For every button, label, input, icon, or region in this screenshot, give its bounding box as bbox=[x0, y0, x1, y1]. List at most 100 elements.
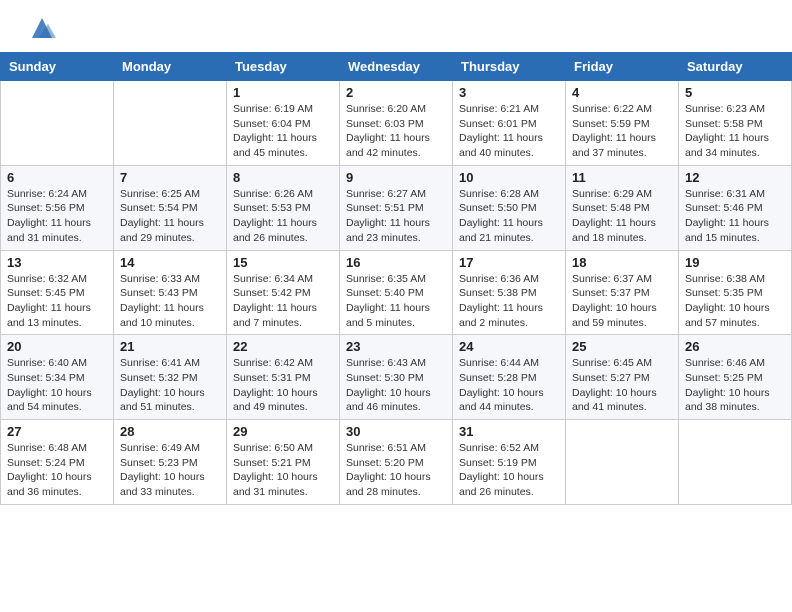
calendar-cell: 2 Sunrise: 6:20 AMSunset: 6:03 PMDaylight… bbox=[340, 81, 453, 166]
calendar-cell bbox=[1, 81, 114, 166]
day-info: Sunrise: 6:24 AMSunset: 5:56 PMDaylight:… bbox=[7, 187, 107, 246]
day-number: 20 bbox=[7, 339, 107, 354]
day-number: 15 bbox=[233, 255, 333, 270]
day-number: 31 bbox=[459, 424, 559, 439]
day-number: 25 bbox=[572, 339, 672, 354]
col-header-saturday: Saturday bbox=[679, 53, 792, 81]
day-number: 22 bbox=[233, 339, 333, 354]
calendar-cell: 14Sunrise: 6:33 AMSunset: 5:43 PMDayligh… bbox=[114, 250, 227, 335]
day-number: 30 bbox=[346, 424, 446, 439]
calendar-cell: 17 Sunrise: 6:36 AMSunset: 5:38 PMDayligh… bbox=[453, 250, 566, 335]
logo bbox=[24, 18, 56, 42]
calendar-cell: 29Sunrise: 6:50 AMSunset: 5:21 PMDayligh… bbox=[227, 420, 340, 505]
calendar-cell bbox=[566, 420, 679, 505]
day-info: Sunrise: 6:40 AMSunset: 5:34 PMDaylight:… bbox=[7, 356, 107, 415]
col-header-tuesday: Tuesday bbox=[227, 53, 340, 81]
day-number: 12 bbox=[685, 170, 785, 185]
calendar-cell: 20 Sunrise: 6:40 AMSunset: 5:34 PMDayligh… bbox=[1, 335, 114, 420]
day-info: Sunrise: 6:20 AMSunset: 6:03 PMDaylight:… bbox=[346, 102, 446, 161]
calendar-cell: 31 Sunrise: 6:52 AMSunset: 5:19 PMDayligh… bbox=[453, 420, 566, 505]
day-number: 3 bbox=[459, 85, 559, 100]
header bbox=[0, 0, 792, 52]
calendar-cell: 1 Sunrise: 6:19 AMSunset: 6:04 PMDaylight… bbox=[227, 81, 340, 166]
week-row-1: 1 Sunrise: 6:19 AMSunset: 6:04 PMDaylight… bbox=[1, 81, 792, 166]
day-number: 4 bbox=[572, 85, 672, 100]
day-info: Sunrise: 6:26 AMSunset: 5:53 PMDaylight:… bbox=[233, 187, 333, 246]
day-number: 6 bbox=[7, 170, 107, 185]
day-info: Sunrise: 6:49 AMSunset: 5:23 PMDaylight:… bbox=[120, 441, 220, 500]
day-info: Sunrise: 6:21 AMSunset: 6:01 PMDaylight:… bbox=[459, 102, 559, 161]
day-info: Sunrise: 6:34 AMSunset: 5:42 PMDaylight:… bbox=[233, 272, 333, 331]
day-number: 23 bbox=[346, 339, 446, 354]
calendar-cell bbox=[679, 420, 792, 505]
day-info: Sunrise: 6:46 AMSunset: 5:25 PMDaylight:… bbox=[685, 356, 785, 415]
day-info: Sunrise: 6:41 AMSunset: 5:32 PMDaylight:… bbox=[120, 356, 220, 415]
day-info: Sunrise: 6:48 AMSunset: 5:24 PMDaylight:… bbox=[7, 441, 107, 500]
week-row-5: 27Sunrise: 6:48 AMSunset: 5:24 PMDayligh… bbox=[1, 420, 792, 505]
col-header-monday: Monday bbox=[114, 53, 227, 81]
calendar-cell: 11 Sunrise: 6:29 AMSunset: 5:48 PMDayligh… bbox=[566, 165, 679, 250]
calendar-cell: 4 Sunrise: 6:22 AMSunset: 5:59 PMDaylight… bbox=[566, 81, 679, 166]
calendar-cell: 10 Sunrise: 6:28 AMSunset: 5:50 PMDayligh… bbox=[453, 165, 566, 250]
day-number: 1 bbox=[233, 85, 333, 100]
col-header-sunday: Sunday bbox=[1, 53, 114, 81]
calendar-cell: 22 Sunrise: 6:42 AMSunset: 5:31 PMDayligh… bbox=[227, 335, 340, 420]
day-number: 13 bbox=[7, 255, 107, 270]
calendar-cell: 12 Sunrise: 6:31 AMSunset: 5:46 PMDayligh… bbox=[679, 165, 792, 250]
calendar-cell: 26Sunrise: 6:46 AMSunset: 5:25 PMDayligh… bbox=[679, 335, 792, 420]
calendar-cell: 28 Sunrise: 6:49 AMSunset: 5:23 PMDayligh… bbox=[114, 420, 227, 505]
day-info: Sunrise: 6:31 AMSunset: 5:46 PMDaylight:… bbox=[685, 187, 785, 246]
calendar-cell: 3 Sunrise: 6:21 AMSunset: 6:01 PMDaylight… bbox=[453, 81, 566, 166]
calendar-cell: 19 Sunrise: 6:38 AMSunset: 5:35 PMDayligh… bbox=[679, 250, 792, 335]
day-info: Sunrise: 6:37 AMSunset: 5:37 PMDaylight:… bbox=[572, 272, 672, 331]
day-info: Sunrise: 6:52 AMSunset: 5:19 PMDaylight:… bbox=[459, 441, 559, 500]
day-number: 19 bbox=[685, 255, 785, 270]
calendar-cell: 15 Sunrise: 6:34 AMSunset: 5:42 PMDayligh… bbox=[227, 250, 340, 335]
calendar-cell: 7 Sunrise: 6:25 AMSunset: 5:54 PMDaylight… bbox=[114, 165, 227, 250]
calendar-cell: 6 Sunrise: 6:24 AMSunset: 5:56 PMDaylight… bbox=[1, 165, 114, 250]
day-number: 2 bbox=[346, 85, 446, 100]
day-info: Sunrise: 6:19 AMSunset: 6:04 PMDaylight:… bbox=[233, 102, 333, 161]
day-info: Sunrise: 6:29 AMSunset: 5:48 PMDaylight:… bbox=[572, 187, 672, 246]
week-row-4: 20 Sunrise: 6:40 AMSunset: 5:34 PMDayligh… bbox=[1, 335, 792, 420]
day-number: 7 bbox=[120, 170, 220, 185]
calendar-cell: 21 Sunrise: 6:41 AMSunset: 5:32 PMDayligh… bbox=[114, 335, 227, 420]
day-number: 11 bbox=[572, 170, 672, 185]
calendar-cell: 5Sunrise: 6:23 AMSunset: 5:58 PMDaylight… bbox=[679, 81, 792, 166]
col-header-thursday: Thursday bbox=[453, 53, 566, 81]
day-number: 10 bbox=[459, 170, 559, 185]
day-number: 8 bbox=[233, 170, 333, 185]
week-row-3: 13 Sunrise: 6:32 AMSunset: 5:45 PMDayligh… bbox=[1, 250, 792, 335]
day-info: Sunrise: 6:42 AMSunset: 5:31 PMDaylight:… bbox=[233, 356, 333, 415]
day-info: Sunrise: 6:35 AMSunset: 5:40 PMDaylight:… bbox=[346, 272, 446, 331]
day-info: Sunrise: 6:28 AMSunset: 5:50 PMDaylight:… bbox=[459, 187, 559, 246]
calendar-cell: 13 Sunrise: 6:32 AMSunset: 5:45 PMDayligh… bbox=[1, 250, 114, 335]
day-number: 17 bbox=[459, 255, 559, 270]
calendar-cell: 16 Sunrise: 6:35 AMSunset: 5:40 PMDayligh… bbox=[340, 250, 453, 335]
calendar-cell: 18Sunrise: 6:37 AMSunset: 5:37 PMDayligh… bbox=[566, 250, 679, 335]
day-number: 24 bbox=[459, 339, 559, 354]
day-number: 29 bbox=[233, 424, 333, 439]
day-number: 14 bbox=[120, 255, 220, 270]
col-header-friday: Friday bbox=[566, 53, 679, 81]
day-info: Sunrise: 6:43 AMSunset: 5:30 PMDaylight:… bbox=[346, 356, 446, 415]
calendar-cell: 23 Sunrise: 6:43 AMSunset: 5:30 PMDayligh… bbox=[340, 335, 453, 420]
day-number: 21 bbox=[120, 339, 220, 354]
day-info: Sunrise: 6:25 AMSunset: 5:54 PMDaylight:… bbox=[120, 187, 220, 246]
day-info: Sunrise: 6:44 AMSunset: 5:28 PMDaylight:… bbox=[459, 356, 559, 415]
day-number: 5 bbox=[685, 85, 785, 100]
day-info: Sunrise: 6:38 AMSunset: 5:35 PMDaylight:… bbox=[685, 272, 785, 331]
calendar: SundayMondayTuesdayWednesdayThursdayFrid… bbox=[0, 52, 792, 505]
calendar-cell: 9Sunrise: 6:27 AMSunset: 5:51 PMDaylight… bbox=[340, 165, 453, 250]
day-info: Sunrise: 6:36 AMSunset: 5:38 PMDaylight:… bbox=[459, 272, 559, 331]
calendar-cell: 27Sunrise: 6:48 AMSunset: 5:24 PMDayligh… bbox=[1, 420, 114, 505]
day-number: 9 bbox=[346, 170, 446, 185]
day-info: Sunrise: 6:22 AMSunset: 5:59 PMDaylight:… bbox=[572, 102, 672, 161]
day-info: Sunrise: 6:45 AMSunset: 5:27 PMDaylight:… bbox=[572, 356, 672, 415]
day-number: 28 bbox=[120, 424, 220, 439]
logo-icon bbox=[28, 14, 56, 42]
calendar-cell bbox=[114, 81, 227, 166]
day-info: Sunrise: 6:32 AMSunset: 5:45 PMDaylight:… bbox=[7, 272, 107, 331]
day-number: 16 bbox=[346, 255, 446, 270]
calendar-cell: 25 Sunrise: 6:45 AMSunset: 5:27 PMDayligh… bbox=[566, 335, 679, 420]
